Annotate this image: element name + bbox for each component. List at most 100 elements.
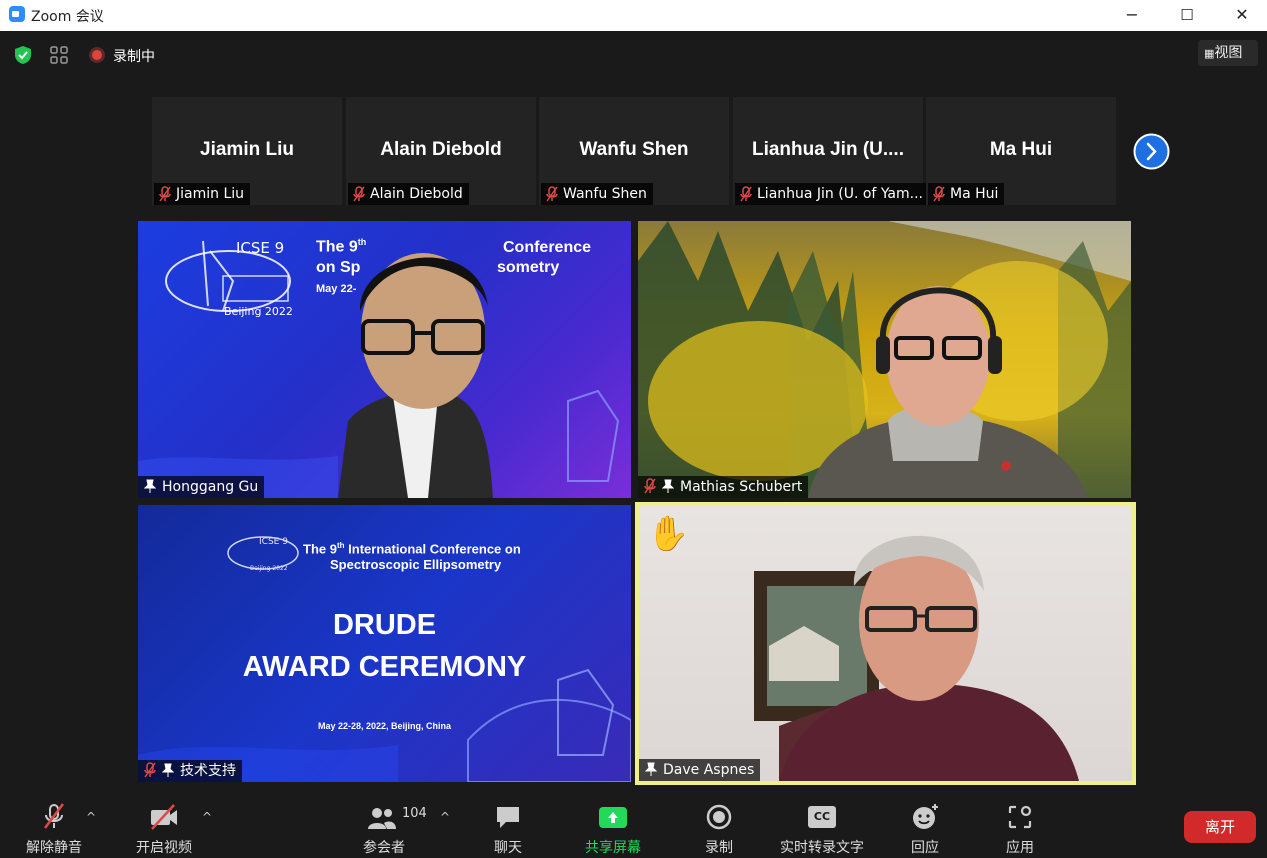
slide-subheading-right: sometry (497, 259, 560, 276)
chat-button[interactable]: 聊天 (468, 800, 548, 856)
participant-name: Mathias Schubert (680, 479, 803, 495)
tile-name-label: Honggang Gu (138, 476, 265, 498)
mic-off-icon (740, 186, 752, 202)
pin-icon (162, 763, 174, 777)
apps-label: 应用 (1006, 840, 1034, 856)
participant-thumbnail[interactable]: Ma Hui Ma Hui (926, 97, 1116, 205)
slide-date: May 22- (316, 283, 357, 295)
video-tile-mathias-schubert[interactable]: Mathias Schubert (638, 221, 1131, 498)
view-grid-icon: ▦ (1204, 47, 1215, 60)
mic-off-icon (644, 478, 656, 494)
slide-title: DRUDE (332, 609, 437, 641)
share-screen-label: 共享屏幕 (585, 840, 641, 856)
live-transcript-label: 实时转录文字 (780, 840, 864, 856)
encryption-shield-icon[interactable] (13, 45, 33, 65)
slide-subheading: on Sp (316, 259, 361, 276)
participant-thumbnail[interactable]: Alain Diebold Alain Diebold (346, 97, 536, 205)
reactions-button[interactable]: 回应 (885, 800, 965, 856)
view-button[interactable]: ▦视图 (1198, 40, 1258, 66)
thumbnail-display-name: Wanfu Shen (579, 139, 689, 160)
participant-thumbnail[interactable]: Jiamin Liu Jiamin Liu (152, 97, 342, 205)
close-button[interactable]: ✕ (1230, 4, 1254, 26)
participants-button[interactable]: 104 参会者 (344, 800, 427, 856)
recording-label: 录制中 (113, 49, 155, 65)
reactions-label: 回应 (911, 840, 939, 856)
pin-icon (645, 762, 657, 776)
mic-off-icon (353, 186, 365, 202)
participants-icon (368, 808, 396, 829)
slide-date: May 22-28, 2022, Beijing, China (317, 721, 452, 731)
mic-off-icon (144, 762, 156, 778)
icse-logo-text: ICSE 9 (236, 239, 285, 257)
participants-options-caret-icon[interactable]: ^ (440, 810, 450, 824)
share-screen-button[interactable]: 共享屏幕 (573, 800, 653, 856)
video-tile-honggang-gu[interactable]: The 9th Conference on Sp sometry May 22-… (138, 221, 631, 498)
thumbnail-name: Wanfu Shen (563, 186, 647, 202)
video-off-icon (151, 804, 177, 830)
minimize-button[interactable]: − (1120, 4, 1144, 26)
video-feed (638, 221, 1131, 498)
tile-name-label: Dave Aspnes (639, 759, 761, 781)
view-label: 视图 (1214, 45, 1243, 61)
participants-count: 104 (402, 806, 427, 821)
slide-title-2: AWARD CEREMONY (242, 651, 527, 683)
thumbnail-name: Ma Hui (950, 186, 999, 202)
start-video-button[interactable]: 开启视频 (124, 800, 204, 856)
apps-button[interactable]: 应用 (980, 800, 1060, 856)
pin-icon (662, 479, 674, 493)
participant-name: Dave Aspnes (663, 762, 755, 778)
video-options-caret-icon[interactable]: ^ (202, 810, 212, 824)
pin-icon (144, 479, 156, 493)
recording-indicator-icon[interactable] (89, 47, 105, 63)
video-tile-dave-aspnes[interactable]: ✋ Dave Aspnes (635, 502, 1136, 785)
thumbnail-display-name: Ma Hui (989, 139, 1053, 160)
icse-logo-text: ICSE 9 (259, 537, 288, 547)
closed-captions-icon: CC (808, 806, 836, 828)
thumbnail-label: Wanfu Shen (541, 183, 653, 205)
thumbnail-name: Alain Diebold (370, 186, 463, 202)
slide-heading: The 9th International Conference on (303, 541, 521, 557)
thumbnail-display-name: Lianhua Jin (U.... (751, 139, 904, 160)
tile-name-label: Mathias Schubert (638, 476, 809, 498)
record-label: 录制 (705, 840, 733, 856)
leave-meeting-button[interactable]: 离开 (1184, 811, 1256, 843)
thumbnail-display-name: Jiamin Liu (200, 139, 294, 160)
thumbnail-name: Lianhua Jin (U. of Yam... (757, 186, 924, 202)
window-titlebar: Zoom 会议 − ☐ ✕ (0, 0, 1267, 31)
grid-view-icon[interactable] (50, 46, 68, 64)
live-transcript-button[interactable]: CC 实时转录文字 (772, 800, 872, 856)
window-title: Zoom 会议 (31, 9, 104, 25)
unmute-button[interactable]: 解除静音 (14, 800, 94, 856)
zoom-logo-icon (9, 6, 25, 22)
icse-logo-subtext: Beijing 2022 (224, 305, 293, 318)
reaction-smiley-icon (913, 804, 938, 829)
record-icon (706, 804, 732, 830)
meeting-topbar (0, 31, 1267, 79)
mic-muted-icon (44, 803, 64, 829)
slide-heading-right: Conference (503, 239, 592, 256)
maximize-button[interactable]: ☐ (1175, 4, 1199, 26)
slide-heading: The 9th (316, 237, 367, 256)
mic-off-icon (546, 186, 558, 202)
slide-subheading: Spectroscopic Ellipsometry (330, 557, 502, 572)
record-button[interactable]: 录制 (679, 800, 759, 856)
thumbnail-display-name: Alain Diebold (380, 139, 502, 160)
raised-hand-icon: ✋ (647, 514, 690, 554)
audio-options-caret-icon[interactable]: ^ (86, 810, 96, 824)
share-screen-icon (599, 807, 627, 828)
participant-name: 技术支持 (180, 763, 236, 779)
video-feed (754, 535, 1079, 781)
tile-name-label: 技术支持 (138, 760, 242, 782)
next-page-button[interactable] (1133, 133, 1170, 170)
start-video-label: 开启视频 (136, 840, 192, 856)
participants-label: 参会者 (363, 840, 405, 856)
participant-thumbnail[interactable]: Wanfu Shen Wanfu Shen (539, 97, 729, 205)
thumbnail-label: Ma Hui (928, 183, 1005, 205)
icse-logo-subtext: Beijing 2022 (250, 565, 288, 572)
thumbnail-name: Jiamin Liu (176, 186, 245, 202)
mic-off-icon (933, 186, 945, 202)
thumbnail-label: Lianhua Jin (U. of Yam... (735, 183, 930, 205)
apps-icon (1008, 805, 1032, 829)
video-tile-tech-support[interactable]: ICSE 9 Beijing 2022 The 9th Internationa… (138, 505, 631, 782)
participant-thumbnail[interactable]: Lianhua Jin (U.... Lianhua Jin (U. of Ya… (733, 97, 930, 205)
